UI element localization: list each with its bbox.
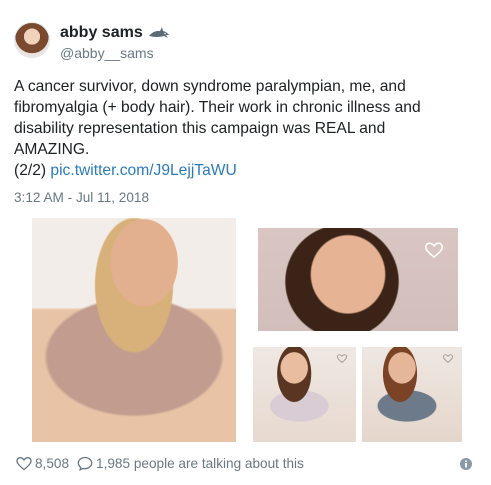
tweet-text: A cancer survivor, down syndrome paralym… bbox=[14, 76, 479, 181]
reply-bubble-icon[interactable] bbox=[77, 456, 93, 471]
heart-outline-icon bbox=[337, 354, 347, 363]
author-handle[interactable]: @abby__sams bbox=[60, 45, 154, 61]
like-count[interactable]: 8,508 bbox=[35, 456, 69, 471]
avatar[interactable] bbox=[14, 22, 50, 58]
talking-about-link[interactable]: 1,985 people are talking about this bbox=[96, 456, 304, 471]
tweet-card: abby sams @abby__sams A cancer survivor,… bbox=[0, 0, 491, 485]
tweet-text-line: disability representation this campaign … bbox=[14, 120, 386, 137]
shark-icon bbox=[148, 27, 169, 38]
media-link[interactable]: pic.twitter.com/J9LejjTaWU bbox=[50, 162, 236, 179]
author-display-name[interactable]: abby sams bbox=[60, 24, 143, 42]
heart-outline-icon bbox=[425, 242, 443, 258]
tweet-text-line: A cancer survivor, down syndrome paralym… bbox=[14, 78, 406, 95]
heart-icon[interactable] bbox=[16, 456, 32, 471]
tweet-text-line: fibromyalgia (+ body hair). Their work i… bbox=[14, 99, 421, 116]
info-icon[interactable] bbox=[460, 458, 472, 470]
media-photo-main[interactable] bbox=[32, 218, 236, 442]
thread-marker: (2/2) bbox=[14, 162, 47, 179]
tweet-actions: 8,508 1,985 people are talking about thi… bbox=[16, 456, 304, 471]
heart-outline-icon bbox=[443, 354, 453, 363]
tweet-text-line: (2/2) pic.twitter.com/J9LejjTaWU bbox=[14, 160, 479, 181]
author-name-row[interactable]: abby sams bbox=[60, 24, 170, 42]
tweet-text-line: AMAZING. bbox=[14, 141, 90, 158]
tweet-timestamp[interactable]: 3:12 AM - Jul 11, 2018 bbox=[14, 190, 149, 205]
